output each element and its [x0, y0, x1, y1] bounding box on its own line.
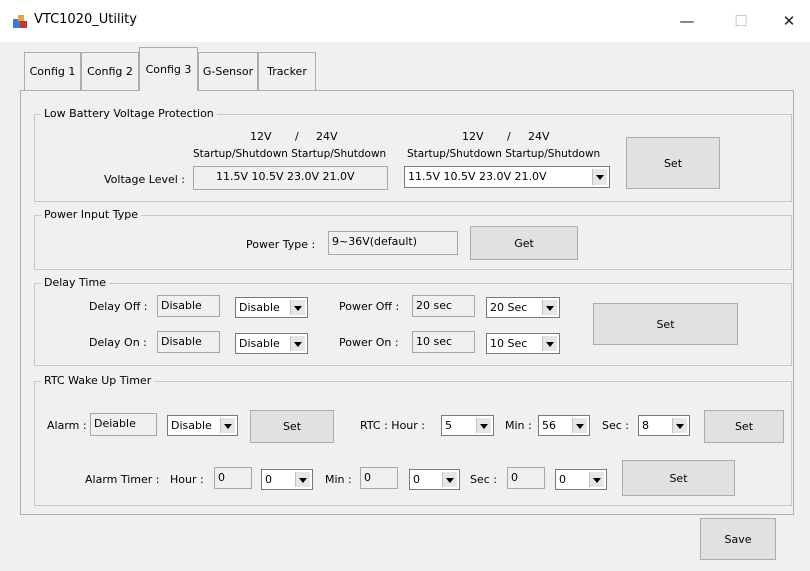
power-off-select-value: 20 Sec: [490, 301, 528, 314]
delay-off-select-value: Disable: [239, 301, 280, 314]
power-type-label: Power Type :: [246, 238, 316, 251]
delay-off-value: Disable: [157, 295, 220, 317]
chevron-down-icon: [572, 418, 587, 433]
delay-time-legend: Delay Time: [41, 276, 109, 289]
chevron-down-icon: [592, 169, 607, 185]
save-button[interactable]: Save: [700, 518, 776, 560]
power-type-get-button[interactable]: Get: [470, 226, 578, 260]
voltage-level-label: Voltage Level :: [104, 173, 185, 186]
minimize-button[interactable]: —: [672, 8, 702, 34]
rtc-hour-select-value: 5: [445, 419, 452, 432]
app-icon: [13, 15, 27, 28]
alarm-timer-hour-select[interactable]: 0: [261, 469, 313, 490]
close-icon: ✕: [782, 12, 796, 30]
rtc-set-button[interactable]: Set: [704, 410, 784, 443]
rtc-sec-select-value: 8: [642, 419, 649, 432]
tab-g-sensor[interactable]: G-Sensor: [198, 52, 258, 90]
alarm-value: Deiable: [90, 413, 157, 436]
maximize-icon: ☐: [734, 12, 748, 30]
tab-config-1[interactable]: Config 1: [24, 52, 81, 90]
voltage-level-select-value: 11.5V 10.5V 23.0V 21.0V: [408, 170, 547, 183]
chevron-down-icon: [295, 472, 310, 487]
header-24v-select: 24V: [528, 130, 550, 143]
header-24v: 24V: [316, 130, 338, 143]
delay-on-label: Delay On :: [89, 336, 147, 349]
rtc-hour-label: RTC : Hour :: [360, 419, 425, 432]
header-startup-shutdown: Startup/Shutdown Startup/Shutdown: [193, 148, 387, 160]
header-slash-select: /: [507, 130, 511, 143]
power-off-value: 20 sec: [412, 295, 475, 317]
chevron-down-icon: [542, 336, 557, 351]
header-12v-select: 12V: [462, 130, 484, 143]
power-on-select[interactable]: 10 Sec: [486, 333, 560, 354]
alarm-timer-sec-select[interactable]: 0: [555, 469, 607, 490]
window-title: VTC1020_Utility: [34, 12, 137, 27]
chevron-down-icon: [442, 472, 457, 487]
alarm-timer-min-label: Min :: [325, 473, 352, 486]
alarm-timer-sec-label: Sec :: [470, 473, 498, 486]
power-type-value: 9~36V(default): [328, 231, 458, 255]
header-12v: 12V: [250, 130, 272, 143]
tab-tracker[interactable]: Tracker: [258, 52, 316, 90]
alarm-timer-sec-select-value: 0: [559, 473, 566, 486]
alarm-timer-hour-select-value: 0: [265, 473, 272, 486]
chevron-down-icon: [542, 300, 557, 315]
chevron-down-icon: [290, 336, 305, 351]
alarm-timer-label: Alarm Timer :: [85, 473, 160, 486]
delay-off-select[interactable]: Disable: [235, 297, 308, 318]
power-on-value: 10 sec: [412, 331, 475, 353]
rtc-wakeup-legend: RTC Wake Up Timer: [41, 374, 155, 387]
voltage-level-value: 11.5V 10.5V 23.0V 21.0V: [193, 166, 388, 190]
alarm-select[interactable]: Disable: [167, 415, 238, 436]
delay-off-label: Delay Off :: [89, 300, 148, 313]
alarm-timer-hour-label: Hour :: [170, 473, 204, 486]
alarm-timer-min-select-value: 0: [413, 473, 420, 486]
delay-on-select-value: Disable: [239, 337, 280, 350]
chevron-down-icon: [589, 472, 604, 487]
power-on-select-value: 10 Sec: [490, 337, 528, 350]
power-input-legend: Power Input Type: [41, 208, 141, 221]
alarm-timer-hour-value: 0: [214, 467, 252, 489]
chevron-down-icon: [672, 418, 687, 433]
rtc-min-select-value: 56: [542, 419, 556, 432]
power-off-label: Power Off :: [339, 300, 400, 313]
minimize-icon: —: [679, 12, 695, 30]
low-battery-set-button[interactable]: Set: [626, 137, 720, 189]
power-off-select[interactable]: 20 Sec: [486, 297, 560, 318]
rtc-sec-select[interactable]: 8: [638, 415, 690, 436]
delay-on-value: Disable: [157, 331, 220, 353]
rtc-sec-label: Sec :: [602, 419, 630, 432]
chevron-down-icon: [476, 418, 491, 433]
alarm-select-value: Disable: [171, 419, 212, 432]
chevron-down-icon: [220, 418, 235, 433]
maximize-button[interactable]: ☐: [726, 8, 756, 34]
delay-on-select[interactable]: Disable: [235, 333, 308, 354]
alarm-set-button[interactable]: Set: [250, 410, 334, 443]
alarm-timer-sec-value: 0: [507, 467, 545, 489]
close-button[interactable]: ✕: [774, 8, 804, 34]
delay-time-set-button[interactable]: Set: [593, 303, 738, 345]
alarm-timer-set-button[interactable]: Set: [622, 460, 735, 496]
alarm-timer-min-select[interactable]: 0: [409, 469, 460, 490]
power-on-label: Power On :: [339, 336, 399, 349]
rtc-min-select[interactable]: 56: [538, 415, 590, 436]
voltage-level-select[interactable]: 11.5V 10.5V 23.0V 21.0V: [404, 166, 610, 188]
alarm-label: Alarm :: [47, 419, 87, 432]
alarm-timer-min-value: 0: [360, 467, 398, 489]
low-battery-legend: Low Battery Voltage Protection: [41, 107, 217, 120]
tab-config-3[interactable]: Config 3: [139, 47, 198, 91]
title-bar: VTC1020_Utility — ☐ ✕: [0, 0, 810, 42]
header-slash: /: [295, 130, 299, 143]
header-startup-shutdown-select: Startup/Shutdown Startup/Shutdown: [407, 148, 601, 160]
rtc-min-label: Min :: [505, 419, 532, 432]
tab-config-2[interactable]: Config 2: [81, 52, 139, 90]
rtc-hour-select[interactable]: 5: [441, 415, 494, 436]
chevron-down-icon: [290, 300, 305, 315]
